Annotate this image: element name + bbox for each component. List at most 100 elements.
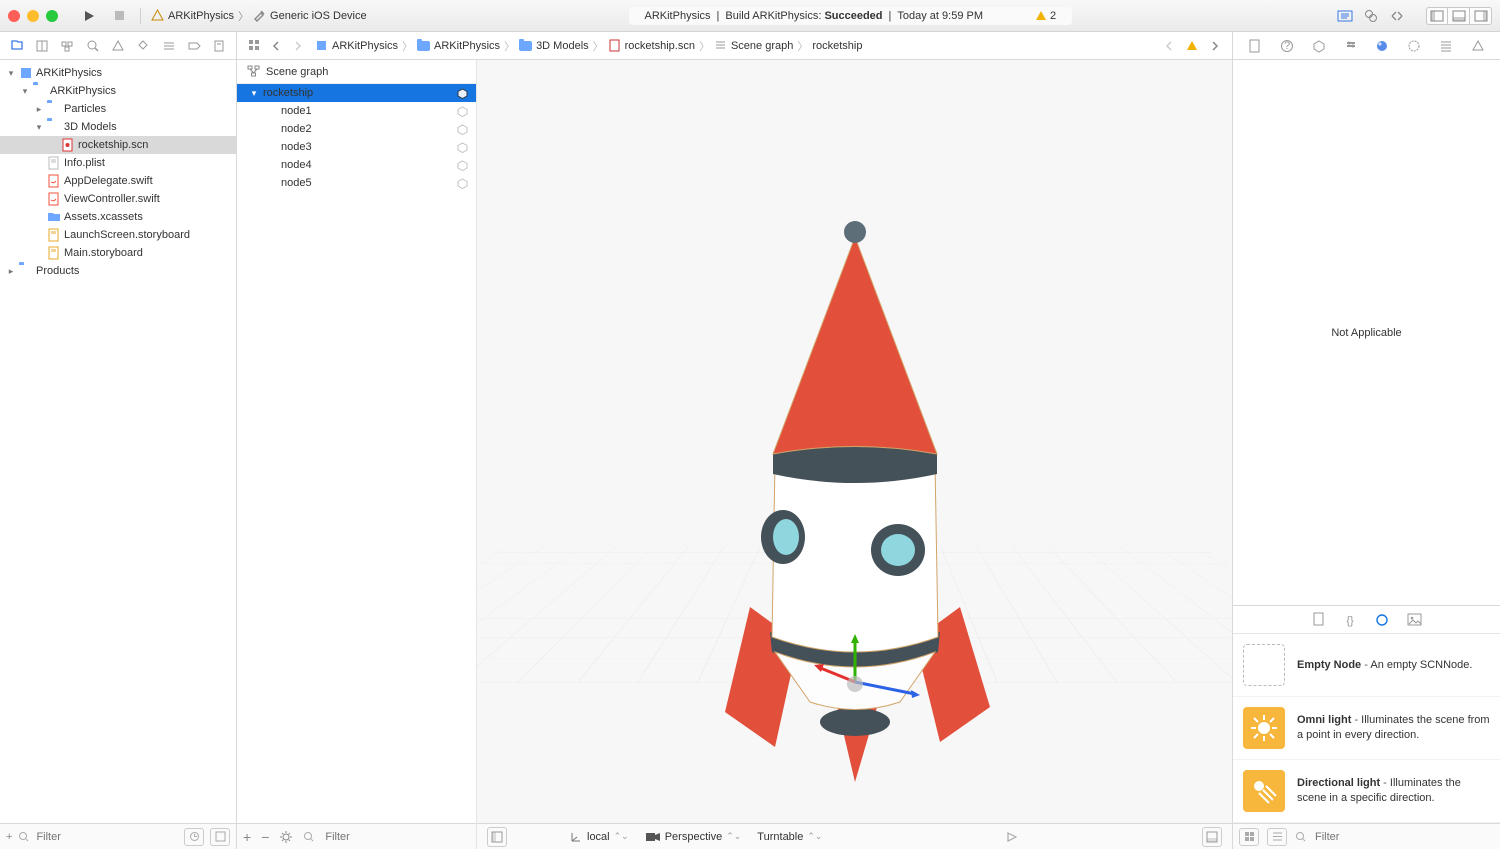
- navigator-row[interactable]: ViewController.swift: [0, 190, 236, 208]
- issue-navigator-icon[interactable]: [105, 32, 130, 60]
- object-library-icon[interactable]: [1375, 613, 1389, 627]
- scene-graph-tree[interactable]: ▾rocketshipnode1node2 node3 node4node5: [237, 84, 476, 823]
- quick-help-inspector-icon[interactable]: ?: [1276, 35, 1298, 57]
- toggle-actions-panel-button[interactable]: [1202, 827, 1222, 847]
- navigator-row[interactable]: ▾ARKitPhysics: [0, 82, 236, 100]
- close-window-button[interactable]: [8, 10, 20, 22]
- stop-button[interactable]: [108, 6, 130, 26]
- navigator-row-label: rocketship.scn: [78, 139, 148, 151]
- library-item[interactable]: Empty Node - An empty SCNNode.: [1233, 634, 1500, 697]
- recent-filter-icon[interactable]: [184, 828, 204, 846]
- viewport-nav-mode-selector[interactable]: Turntable ⌃⌄: [757, 831, 822, 843]
- toggle-utilities-button[interactable]: [1470, 7, 1492, 25]
- grid-view-icon[interactable]: [1239, 828, 1259, 846]
- test-navigator-icon[interactable]: [131, 32, 156, 60]
- breakpoint-navigator-icon[interactable]: [181, 32, 206, 60]
- camera-projection-selector[interactable]: Perspective ⌃⌄: [645, 831, 742, 843]
- attributes-inspector-icon[interactable]: [1340, 35, 1362, 57]
- library-item[interactable]: Directional light - Illuminates the scen…: [1233, 760, 1500, 823]
- toggle-debug-area-button[interactable]: [1448, 7, 1470, 25]
- warning-indicator[interactable]: 2: [1035, 10, 1056, 22]
- source-control-navigator-icon[interactable]: [29, 32, 54, 60]
- library-filter-input[interactable]: [1315, 831, 1494, 843]
- file-icon: [47, 102, 61, 116]
- find-navigator-icon[interactable]: [80, 32, 105, 60]
- navigator-filter-input[interactable]: [36, 831, 178, 843]
- play-animation-button[interactable]: [1006, 831, 1018, 843]
- assistant-editor-button[interactable]: [1360, 6, 1382, 26]
- disclosure-triangle-icon[interactable]: ▾: [34, 122, 44, 133]
- symbol-navigator-icon[interactable]: [55, 32, 80, 60]
- navigator-selector: [0, 32, 237, 59]
- add-icon[interactable]: +: [6, 831, 12, 843]
- scene-graph-row[interactable]: node4: [237, 156, 476, 174]
- code-snippets-library-icon[interactable]: {}: [1343, 613, 1357, 627]
- debug-navigator-icon[interactable]: [156, 32, 181, 60]
- scene-inspector-icon[interactable]: [1435, 35, 1457, 57]
- add-node-icon[interactable]: +: [243, 829, 251, 845]
- file-templates-library-icon[interactable]: [1312, 612, 1325, 627]
- navigator-row[interactable]: ▾3D Models: [0, 118, 236, 136]
- version-editor-button[interactable]: [1386, 6, 1408, 26]
- media-library-icon[interactable]: [1407, 613, 1422, 626]
- object-library[interactable]: Empty Node - An empty SCNNode.Omni light…: [1233, 633, 1500, 823]
- filter-scope-icon[interactable]: [18, 831, 30, 843]
- report-navigator-icon[interactable]: [207, 32, 232, 60]
- scene-graph-row[interactable]: ▾rocketship: [237, 84, 476, 102]
- disclosure-triangle-icon[interactable]: ▾: [249, 88, 259, 99]
- list-view-icon[interactable]: [1267, 828, 1287, 846]
- toggle-scenegraph-button[interactable]: [487, 827, 507, 847]
- zoom-window-button[interactable]: [46, 10, 58, 22]
- scene-graph-row[interactable]: node5: [237, 174, 476, 192]
- scene-graph-row[interactable]: node1: [237, 102, 476, 120]
- scene-graph-filter-input[interactable]: [325, 831, 470, 843]
- project-navigator-icon[interactable]: [4, 32, 29, 60]
- scene-graph-row[interactable]: node2: [237, 120, 476, 138]
- next-issue-button[interactable]: [1204, 35, 1226, 57]
- library-item[interactable]: Omni light - Illuminates the scene from …: [1233, 697, 1500, 760]
- scheme-selector[interactable]: ARKitPhysics 〉 Generic iOS Device: [151, 8, 367, 24]
- disclosure-triangle-icon[interactable]: ▾: [6, 68, 16, 79]
- navigator-row[interactable]: ▸Products: [0, 262, 236, 280]
- viewport-canvas[interactable]: [477, 60, 1232, 823]
- navigator-row[interactable]: LaunchScreen.storyboard: [0, 226, 236, 244]
- scene-viewport: local ⌃⌄ Perspective ⌃⌄ Turntable ⌃⌄: [477, 60, 1232, 849]
- scm-filter-icon[interactable]: [210, 828, 230, 846]
- prev-issue-button[interactable]: [1158, 35, 1180, 57]
- navigator-row[interactable]: Assets.xcassets: [0, 208, 236, 226]
- toggle-navigator-button[interactable]: [1426, 7, 1448, 25]
- coordinate-space-selector[interactable]: local ⌃⌄: [569, 830, 629, 844]
- disclosure-triangle-icon[interactable]: ▸: [6, 266, 16, 277]
- disclosure-triangle-icon[interactable]: ▸: [34, 104, 44, 115]
- breadcrumb[interactable]: ARKitPhysics〉 ARKitPhysics〉 3D Models〉 r…: [315, 38, 862, 54]
- navigator-row[interactable]: ▾ARKitPhysics: [0, 64, 236, 82]
- node-inspector-icon[interactable]: [1308, 35, 1330, 57]
- forward-button[interactable]: [287, 35, 309, 57]
- navigator-row[interactable]: AppDelegate.swift: [0, 172, 236, 190]
- disclosure-triangle-icon[interactable]: ▾: [20, 86, 30, 97]
- status-time: Today at 9:59 PM: [897, 10, 983, 22]
- navigator-tree[interactable]: ▾ARKitPhysics▾ARKitPhysics▸Particles▾3D …: [0, 60, 236, 823]
- rocketship-model[interactable]: [690, 192, 1020, 782]
- navigator-row[interactable]: ▸Particles: [0, 100, 236, 118]
- run-button[interactable]: [78, 6, 100, 26]
- navigator-row[interactable]: Info.plist: [0, 154, 236, 172]
- scene-graph-row[interactable]: node3: [237, 138, 476, 156]
- navigator-row[interactable]: Main.storyboard: [0, 244, 236, 262]
- scene-node-label: node3: [281, 141, 312, 153]
- material-inspector-icon[interactable]: [1371, 35, 1393, 57]
- navigator-row[interactable]: rocketship.scn: [0, 136, 236, 154]
- remove-node-icon[interactable]: −: [261, 829, 269, 845]
- gear-icon[interactable]: [279, 830, 293, 844]
- activity-status[interactable]: ARKitPhysics| Build ARKitPhysics: Succee…: [629, 7, 1073, 25]
- file-inspector-icon[interactable]: [1244, 35, 1266, 57]
- physics-inspector-icon[interactable]: [1403, 35, 1425, 57]
- navigator-filter-bar: +: [0, 823, 236, 849]
- back-button[interactable]: [265, 35, 287, 57]
- related-items-icon[interactable]: [243, 35, 265, 57]
- bindings-inspector-icon[interactable]: [1467, 35, 1489, 57]
- library-filter-bar: [1233, 823, 1500, 849]
- minimize-window-button[interactable]: [27, 10, 39, 22]
- file-icon: [47, 120, 61, 134]
- standard-editor-button[interactable]: [1334, 6, 1356, 26]
